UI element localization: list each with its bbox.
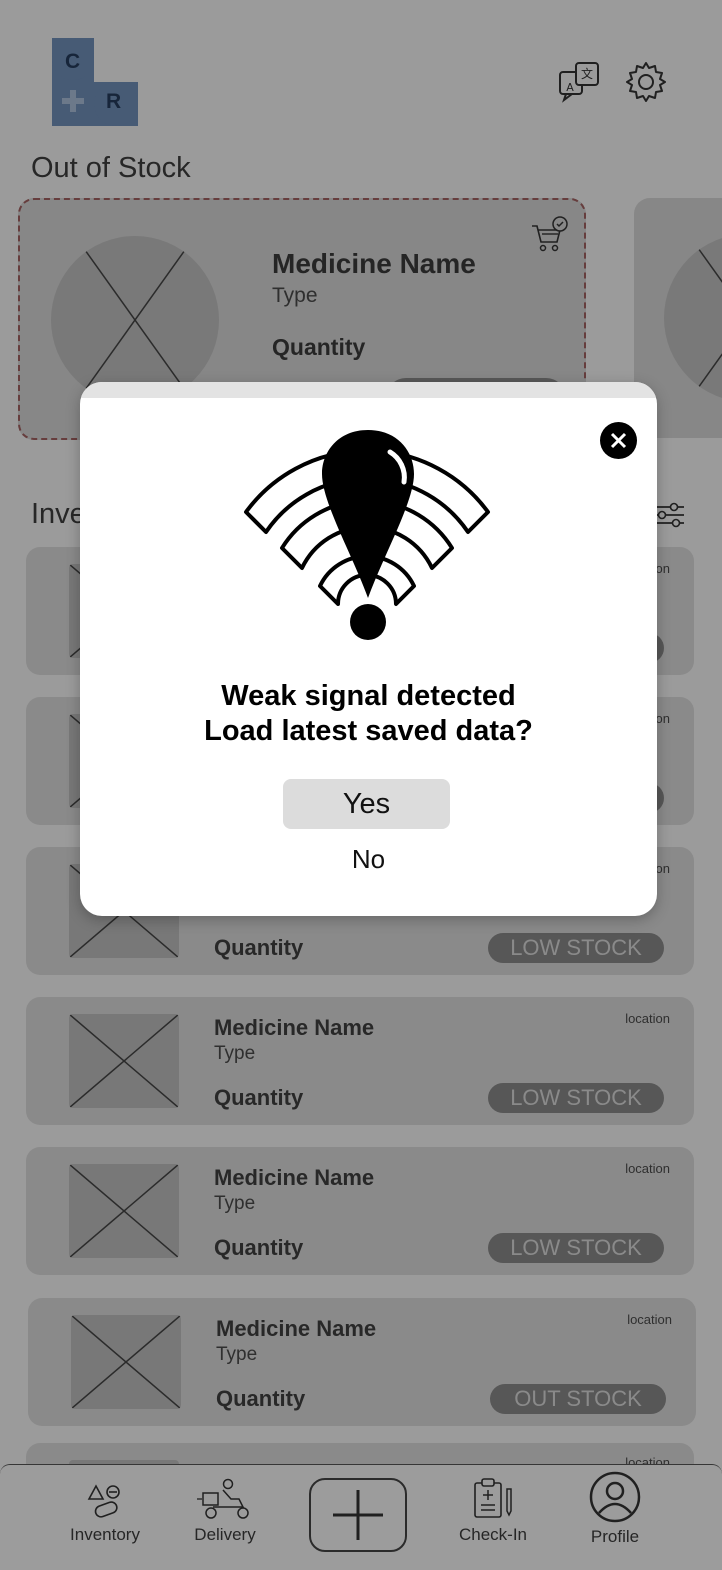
- dialog-top-bar: [80, 382, 657, 398]
- weak-signal-warning-icon: [244, 430, 490, 640]
- dialog-message-line1: Weak signal detected: [221, 680, 516, 712]
- yes-button[interactable]: Yes: [283, 779, 450, 829]
- dialog-message-line2: Load latest saved data?: [204, 715, 533, 747]
- close-icon: [610, 432, 627, 449]
- close-button[interactable]: [600, 422, 637, 459]
- no-button[interactable]: No: [80, 844, 657, 875]
- weak-signal-dialog: Weak signal detected Load latest saved d…: [80, 382, 657, 916]
- app-screen: C R 文 A Out of Stock Medicine Name Type …: [0, 0, 722, 1570]
